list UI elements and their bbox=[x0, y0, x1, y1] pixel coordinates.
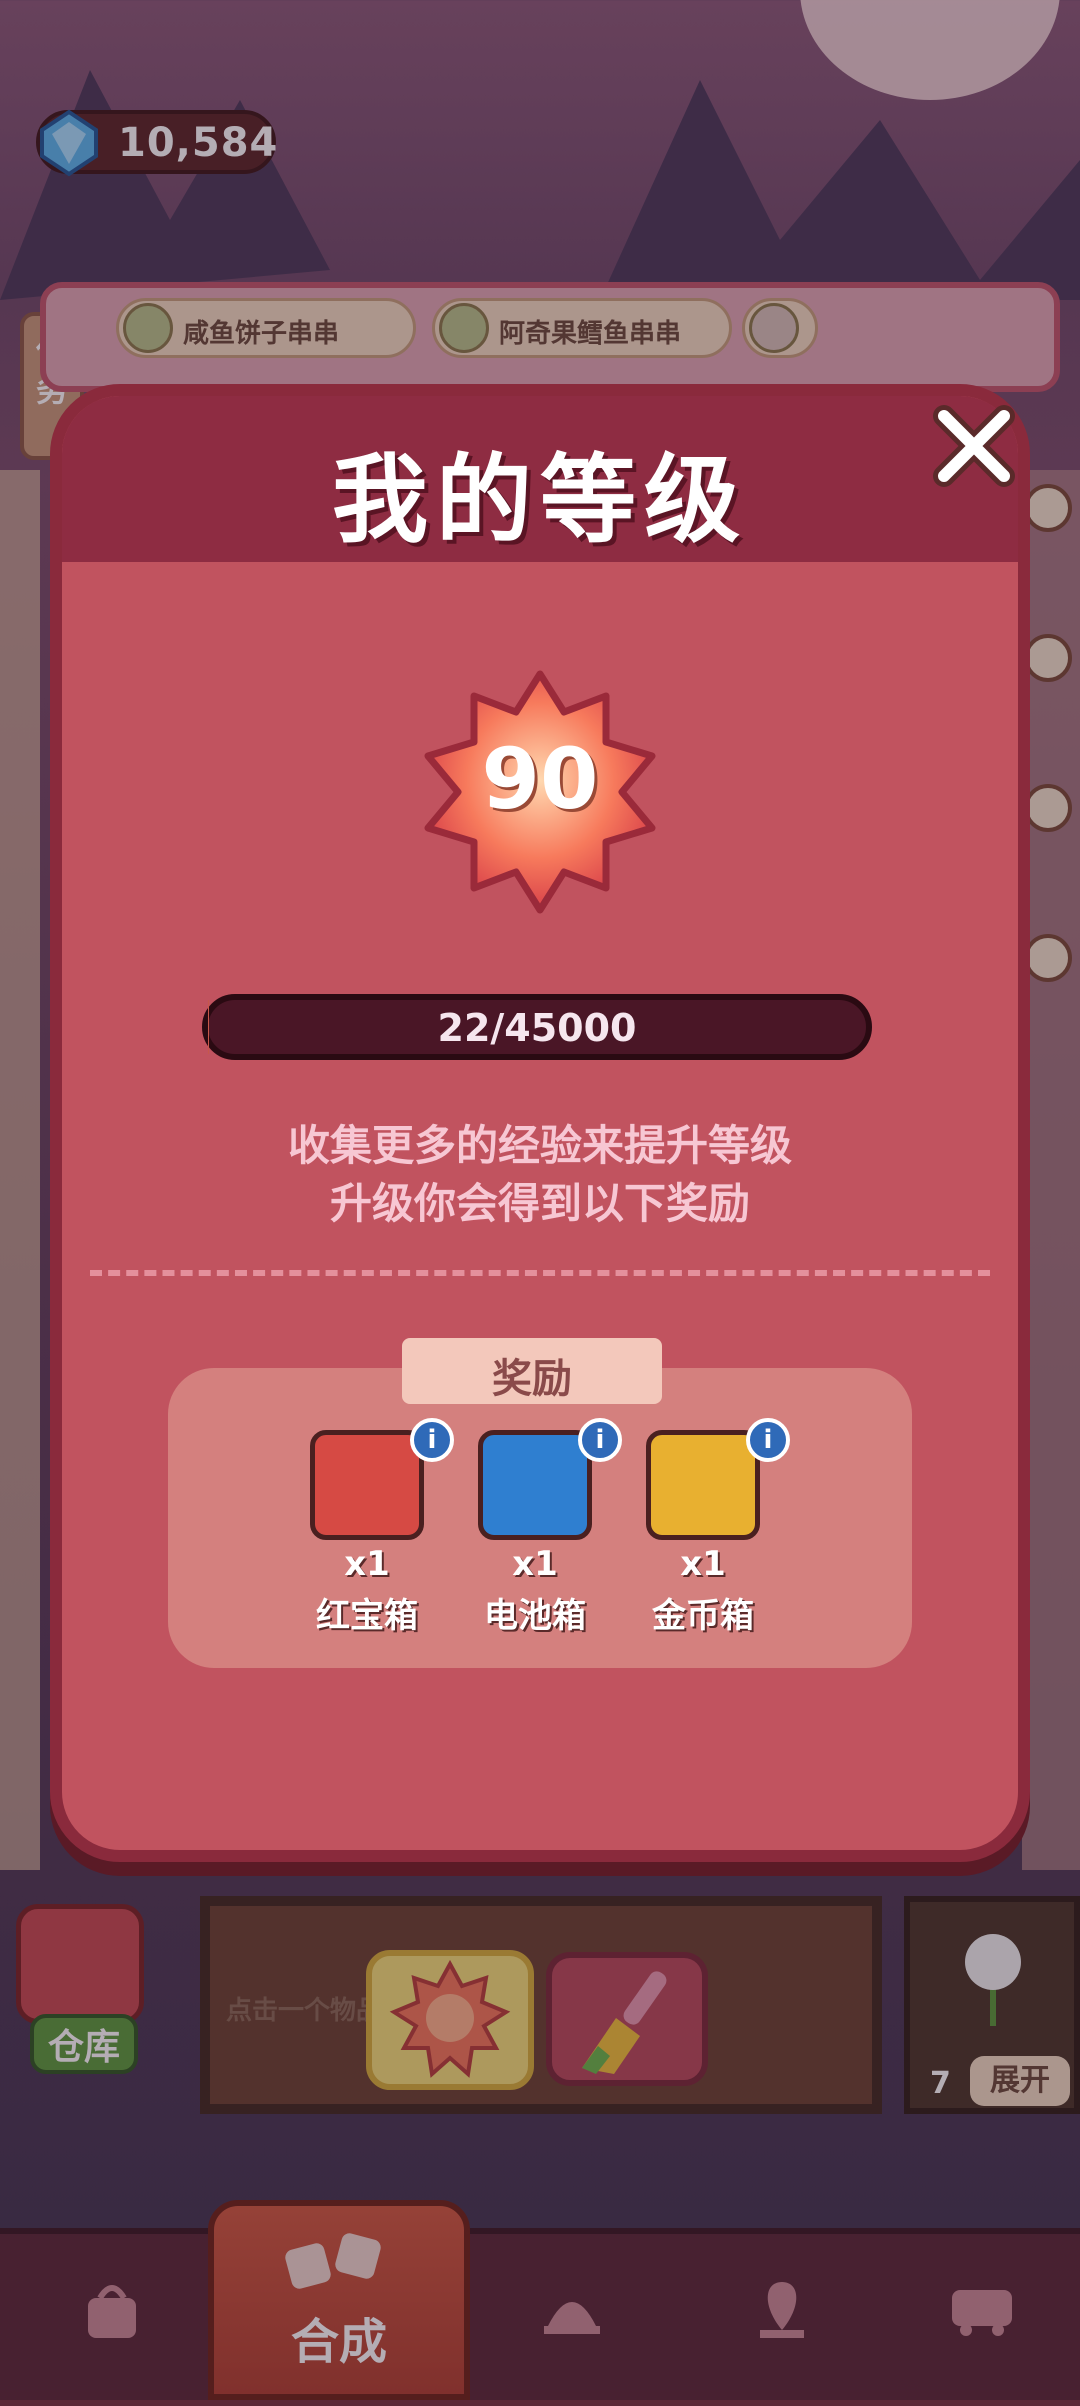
dashed-divider bbox=[90, 1270, 990, 1276]
xp-progress-text: 22/45000 bbox=[208, 1006, 866, 1050]
info-icon[interactable]: i bbox=[746, 1418, 790, 1462]
reward-quantity: x1 bbox=[628, 1544, 778, 1584]
rewards-title: 奖励 bbox=[402, 1346, 662, 1404]
reward-item[interactable]: i x1 金币箱 bbox=[628, 1430, 778, 1630]
reward-quantity: x1 bbox=[292, 1544, 442, 1584]
modal-header: 我的等级 bbox=[62, 396, 1018, 562]
description-line-1: 收集更多的经验来提升等级 bbox=[0, 1112, 1080, 1173]
reward-item[interactable]: i x1 电池箱 bbox=[460, 1430, 610, 1630]
red-chest-icon bbox=[310, 1430, 424, 1540]
info-icon[interactable]: i bbox=[410, 1418, 454, 1462]
xp-progress-bar: 22/45000 bbox=[202, 994, 872, 1060]
level-badge: 90 bbox=[408, 660, 672, 924]
description-line-2: 升级你会得到以下奖励 bbox=[0, 1170, 1080, 1231]
reward-name: 红宝箱 bbox=[292, 1588, 442, 1637]
level-number: 90 bbox=[408, 730, 672, 828]
info-icon[interactable]: i bbox=[578, 1418, 622, 1462]
modal-title: 我的等级 bbox=[62, 422, 1018, 561]
reward-quantity: x1 bbox=[460, 1544, 610, 1584]
coin-chest-icon bbox=[646, 1430, 760, 1540]
reward-name: 金币箱 bbox=[628, 1588, 778, 1637]
battery-chest-icon bbox=[478, 1430, 592, 1540]
close-icon[interactable] bbox=[928, 400, 1020, 492]
reward-name: 电池箱 bbox=[460, 1588, 610, 1637]
reward-item[interactable]: i x1 红宝箱 bbox=[292, 1430, 442, 1630]
